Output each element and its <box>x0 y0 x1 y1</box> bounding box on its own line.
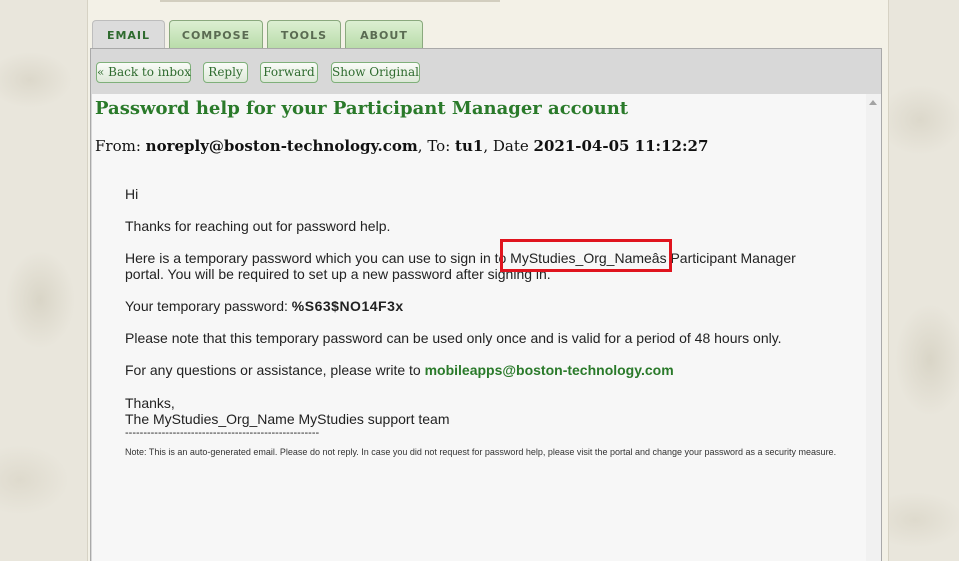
temporary-password: %S63$NO14F3x <box>291 298 404 314</box>
separator-line: ----------------------------------------… <box>125 427 320 439</box>
support-prefix: For any questions or assistance, please … <box>125 362 425 378</box>
signoff: Thanks, <box>125 395 175 411</box>
back-to-inbox-button[interactable]: « Back to inbox <box>96 62 191 83</box>
body-paragraph-4: For any questions or assistance, please … <box>125 362 674 378</box>
to-label: , To: <box>417 137 451 155</box>
date-label: , Date <box>483 137 529 155</box>
show-original-button[interactable]: Show Original <box>331 62 420 83</box>
body-paragraph-2-line-2: portal. You will be required to set up a… <box>125 266 551 282</box>
tab-tools[interactable]: TOOLS <box>267 20 341 48</box>
body-paragraph-3: Please note that this temporary password… <box>125 330 782 346</box>
forward-button[interactable]: Forward <box>260 62 318 83</box>
to-address: tu1 <box>455 137 484 155</box>
scroll-up-arrow-icon[interactable] <box>869 100 877 105</box>
email-date: 2021-04-05 11:12:27 <box>533 137 709 155</box>
top-strip <box>160 0 500 2</box>
auto-generated-note: Note: This is an auto-generated email. P… <box>125 447 837 457</box>
tab-email[interactable]: EMAIL <box>92 20 165 49</box>
vertical-scrollbar[interactable] <box>866 94 881 561</box>
email-content: Password help for your Participant Manag… <box>92 94 866 561</box>
from-address: noreply@boston-technology.com <box>145 137 418 155</box>
body-paragraph-1: Thanks for reaching out for password hel… <box>125 218 391 234</box>
tab-compose[interactable]: COMPOSE <box>169 20 263 48</box>
tab-about[interactable]: ABOUT <box>345 20 423 48</box>
email-subject: Password help for your Participant Manag… <box>95 98 629 119</box>
temporary-password-line: Your temporary password: %S63$NO14F3x <box>125 298 404 314</box>
password-label: Your temporary password: <box>125 298 292 314</box>
reply-button[interactable]: Reply <box>203 62 248 83</box>
support-email-link[interactable]: mobileapps@boston-technology.com <box>425 362 674 378</box>
body-paragraph-2-line-1: Here is a temporary password which you c… <box>125 250 796 266</box>
email-meta: From: noreply@boston-technology.com, To:… <box>95 137 708 155</box>
signature: The MyStudies_Org_Name MyStudies support… <box>125 411 450 427</box>
from-label: From: <box>95 137 141 155</box>
greeting: Hi <box>125 186 139 202</box>
